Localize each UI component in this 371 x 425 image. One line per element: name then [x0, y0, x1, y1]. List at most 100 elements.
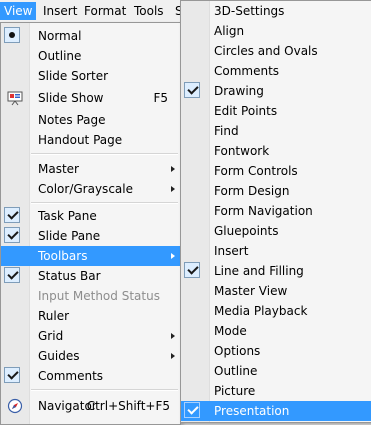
menu-item-master[interactable]: Master	[1, 159, 180, 179]
toolbar-item-presentation[interactable]: Presentation	[181, 401, 371, 421]
menu-item-label: Options	[214, 344, 261, 358]
toolbar-item-circles-and-ovals[interactable]: Circles and Ovals	[181, 41, 371, 61]
toolbars-submenu: 3D-Settings Align Circles and Ovals Comm…	[180, 0, 371, 423]
toolbar-item-media-playback[interactable]: Media Playback	[181, 301, 371, 321]
toolbar-item-line-and-filling[interactable]: Line and Filling	[181, 261, 371, 281]
menu-item-label: Ruler	[38, 309, 70, 323]
menu-item-slide-sorter[interactable]: Slide Sorter	[1, 66, 180, 86]
menu-item-comments[interactable]: Comments	[1, 366, 180, 386]
menu-item-label: Align	[214, 24, 245, 38]
menu-item-label: Fontwork	[214, 144, 270, 158]
toolbar-item-fontwork[interactable]: Fontwork	[181, 141, 371, 161]
toolbar-item-form-navigation[interactable]: Form Navigation	[181, 201, 371, 221]
menu-separator	[31, 202, 178, 204]
menu-item-label: Outline	[38, 49, 82, 63]
radio-selected-icon	[4, 27, 20, 43]
toolbar-item-align[interactable]: Align	[181, 21, 371, 41]
toolbar-item-3d-settings[interactable]: 3D-Settings	[181, 1, 371, 21]
toolbar-item-gluepoints[interactable]: Gluepoints	[181, 221, 371, 241]
menu-item-label: Master View	[214, 284, 288, 298]
menu-item-ruler[interactable]: Ruler	[1, 306, 180, 326]
menu-item-color-grayscale[interactable]: Color/Grayscale	[1, 179, 180, 199]
menu-item-label: Mode	[214, 324, 247, 338]
menu-item-status-bar[interactable]: Status Bar	[1, 266, 180, 286]
toolbar-item-drawing[interactable]: Drawing	[181, 81, 371, 101]
menu-separator	[31, 389, 178, 391]
menu-item-label: Guides	[38, 349, 80, 363]
menu-item-normal[interactable]: Normal	[1, 26, 180, 46]
menu-insert[interactable]: Insert	[39, 2, 81, 20]
menu-tools[interactable]: Tools	[130, 2, 168, 20]
menu-item-label: Comments	[38, 369, 104, 383]
menu-item-label: Handout Page	[38, 133, 123, 147]
menu-item-label: Insert	[214, 244, 249, 258]
menu-item-label: Normal	[38, 29, 82, 43]
shortcut-label: F5	[153, 91, 168, 105]
checkmark-icon	[4, 207, 20, 223]
submenu-arrow-icon	[171, 186, 175, 192]
menu-item-label: Input Method Status	[38, 289, 160, 303]
toolbar-item-options[interactable]: Options	[181, 341, 371, 361]
menu-item-label: Outline	[214, 364, 258, 378]
menu-item-label: Master	[38, 162, 79, 176]
menu-item-label: Toolbars	[38, 249, 88, 263]
checkmark-icon	[184, 262, 200, 278]
checkmark-icon	[184, 402, 200, 418]
submenu-arrow-icon	[171, 166, 175, 172]
menu-item-label: Slide Sorter	[38, 69, 109, 83]
toolbar-item-form-controls[interactable]: Form Controls	[181, 161, 371, 181]
menu-item-label: Grid	[38, 329, 64, 343]
toolbar-item-edit-points[interactable]: Edit Points	[181, 101, 371, 121]
menu-item-label: Status Bar	[38, 269, 101, 283]
toolbar-item-comments[interactable]: Comments	[181, 61, 371, 81]
menu-item-input-method-status: Input Method Status	[1, 286, 180, 306]
toolbar-item-form-design[interactable]: Form Design	[181, 181, 371, 201]
menu-item-handout-page[interactable]: Handout Page	[1, 130, 180, 150]
menu-item-guides[interactable]: Guides	[1, 346, 180, 366]
menu-format[interactable]: Format	[80, 2, 130, 20]
menu-item-task-pane[interactable]: Task Pane	[1, 206, 180, 226]
menu-item-label: Notes Page	[38, 113, 106, 127]
toolbar-item-mode[interactable]: Mode	[181, 321, 371, 341]
menu-item-label: Presentation	[214, 404, 290, 418]
shortcut-label: Ctrl+Shift+F5	[86, 399, 170, 413]
menu-item-toolbars[interactable]: Toolbars	[1, 246, 180, 266]
navigator-icon	[7, 398, 23, 414]
menu-item-label: Circles and Ovals	[214, 44, 318, 58]
menu-item-slide-show[interactable]: Slide Show F5	[1, 88, 180, 108]
submenu-arrow-icon	[171, 253, 175, 259]
menu-item-label: Task Pane	[38, 209, 97, 223]
menu-item-label: Find	[214, 124, 239, 138]
toolbar-item-insert[interactable]: Insert	[181, 241, 371, 261]
slide-show-icon	[7, 91, 23, 106]
menu-item-label: Slide Pane	[38, 229, 101, 243]
submenu-arrow-icon	[171, 333, 175, 339]
menu-item-notes-page[interactable]: Notes Page	[1, 110, 180, 130]
checkmark-icon	[184, 82, 200, 98]
checkmark-icon	[4, 367, 20, 383]
menu-item-label: Form Design	[214, 184, 290, 198]
toolbar-item-master-view[interactable]: Master View	[181, 281, 371, 301]
menu-item-label: Slide Show	[38, 91, 104, 105]
menu-item-label: Gluepoints	[214, 224, 279, 238]
menu-item-outline[interactable]: Outline	[1, 46, 180, 66]
menu-separator	[31, 153, 178, 155]
menu-item-label: Form Controls	[214, 164, 298, 178]
toolbar-item-outline[interactable]: Outline	[181, 361, 371, 381]
checkmark-icon	[4, 227, 20, 243]
menu-item-label: Media Playback	[214, 304, 308, 318]
menu-item-grid[interactable]: Grid	[1, 326, 180, 346]
view-menu: Normal Outline Slide Sorter Slide Show F…	[0, 22, 181, 425]
menu-item-slide-pane[interactable]: Slide Pane	[1, 226, 180, 246]
toolbar-item-find[interactable]: Find	[181, 121, 371, 141]
menu-item-label: Edit Points	[214, 104, 278, 118]
menu-item-label: Comments	[214, 64, 280, 78]
menu-item-label: Drawing	[214, 84, 264, 98]
submenu-arrow-icon	[171, 353, 175, 359]
menu-view[interactable]: View	[0, 2, 37, 20]
menu-item-navigator[interactable]: Navigator Ctrl+Shift+F5	[1, 396, 180, 416]
toolbar-item-picture[interactable]: Picture	[181, 381, 371, 401]
menu-item-label: 3D-Settings	[214, 4, 285, 18]
menu-item-label: Line and Filling	[214, 264, 304, 278]
menu-item-label: Form Navigation	[214, 204, 313, 218]
